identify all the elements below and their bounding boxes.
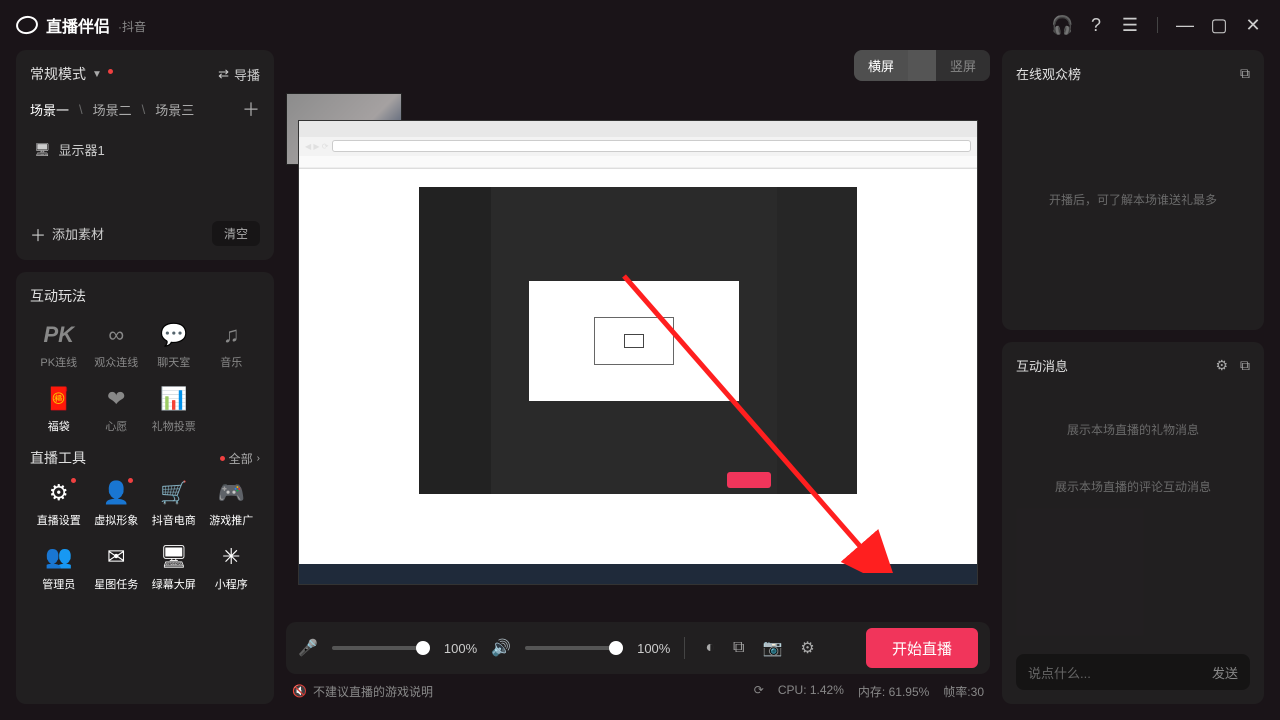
app-subtitle: ·抖音 [118,18,146,35]
scene-panel: 常规模式 ▼ ⇄ 导播 场景一 \ 场景二 \ 场景三 ＋ 🖥 显示器1 [16,50,274,260]
mem-stat: 内存: 61.95% [858,683,929,700]
guide-label: 导播 [234,65,260,84]
guide-button[interactable]: ⇄ 导播 [218,65,260,84]
headset-icon[interactable]: 🎧 [1051,15,1073,36]
interact-title: 互动玩法 [30,286,260,306]
tool-stream-settings[interactable]: ⚙直播设置 [30,474,88,534]
interact-item-luckybag[interactable]: 🧧福袋 [30,380,88,440]
control-bar: 🎤 100% 🔊 100% ◐ ⧉ 📷 ⚙ 开始直播 [286,622,990,674]
app-title: 直播伴侣 [46,13,110,37]
clear-button[interactable]: 清空 [212,221,260,246]
mode-selector[interactable]: 常规模式 ▼ [30,64,119,84]
interact-item-chatroom[interactable]: 💬聊天室 [145,316,203,376]
add-scene-button[interactable]: ＋ [242,96,260,122]
tool-avatar[interactable]: 👤虚拟形象 [88,474,146,534]
scene-tab-3[interactable]: 场景三 [155,100,194,119]
speaker-slider[interactable] [525,646,623,650]
minimize-icon[interactable]: — [1174,15,1196,36]
interact-item-pk[interactable]: PKPK连线 [30,316,88,376]
fps-stat: 帧率:30 [943,683,984,700]
screenshot-icon[interactable]: ⧉ [733,639,744,657]
interact-grid: PKPK连线 ∞观众连线 💬聊天室 ♫音乐 🧧福袋 ❤心愿 📊礼物投票 [30,316,260,440]
titlebar-left: 直播伴侣 ·抖音 [16,13,146,37]
msg-settings-icon[interactable]: ⚙ [1215,357,1228,374]
plus-icon: ＋ [30,222,46,246]
messages-panel: 互动消息 ⚙ ⧉ 展示本场直播的礼物消息 展示本场直播的评论互动消息 说点什么.… [1002,342,1264,704]
preview-canvas: ◀ ▶ ⟳ [298,120,978,585]
mute-icon: 🔇 [292,684,307,698]
close-icon[interactable]: ✕ [1242,15,1264,36]
monitor-icon: 🖥 [34,142,51,158]
add-material-label: 添加素材 [52,224,104,243]
interact-item-vote[interactable]: 📊礼物投票 [145,380,203,440]
mode-label: 常规模式 [30,64,86,84]
msg-empty-2: 展示本场直播的评论互动消息 [1055,478,1211,495]
tool-xingtu[interactable]: ✉星图任务 [88,538,146,598]
send-button[interactable]: 发送 [1212,663,1238,682]
audience-title: 在线观众榜 [1016,64,1081,83]
scene-tab-1[interactable]: 场景一 [30,100,69,119]
speaker-percent: 100% [637,641,670,656]
messages-title: 互动消息 [1016,356,1068,375]
scene-tab-2[interactable]: 场景二 [93,100,132,119]
window-controls: 🎧 ? ☰ — ▢ ✕ [1051,15,1264,36]
chevron-right-icon: › [257,453,260,464]
game-notice[interactable]: 🔇 不建议直播的游戏说明 [292,683,433,700]
tool-game-promo[interactable]: 🎮游戏推广 [203,474,261,534]
add-material-button[interactable]: ＋ 添加素材 [30,222,104,246]
orientation-toggle: 横屏 竖屏 [854,50,990,81]
tools-all-button[interactable]: 全部› [220,450,260,467]
swap-icon: ⇄ [218,66,229,82]
monitor-label: 显示器1 [59,140,105,159]
interact-item-wish[interactable]: ❤心愿 [88,380,146,440]
maximize-icon[interactable]: ▢ [1208,15,1230,36]
popout-icon[interactable]: ⧉ [1240,65,1250,82]
camera-icon[interactable]: 📷 [762,638,782,658]
divider [1157,17,1158,33]
mode-dot [108,69,113,74]
chevron-down-icon: ▼ [92,69,102,80]
tools-panel: 互动玩法 PKPK连线 ∞观众连线 💬聊天室 ♫音乐 🧧福袋 ❤心愿 📊礼物投票… [16,272,274,704]
cpu-stat: CPU: 1.42% [778,683,844,700]
refresh-icon[interactable]: ⟳ [754,683,764,700]
tool-ecommerce[interactable]: 🛒抖音电商 [145,474,203,534]
audience-empty: 开播后，可了解本场谁送礼最多 [1049,191,1217,208]
tools-title: 直播工具 [30,448,86,468]
orientation-landscape[interactable]: 横屏 [854,50,908,81]
status-bar: 🔇 不建议直播的游戏说明 ⟳ CPU: 1.42% 内存: 61.95% 帧率:… [286,678,990,704]
tool-miniapp[interactable]: ✳小程序 [203,538,261,598]
help-icon[interactable]: ? [1085,15,1107,36]
preview-area[interactable]: ◀ ▶ ⟳ [286,93,990,612]
chat-input[interactable]: 说点什么... 发送 [1016,654,1250,690]
menu-icon[interactable]: ☰ [1119,15,1141,36]
mic-percent: 100% [444,641,477,656]
speaker-icon[interactable]: 🔊 [491,638,511,658]
effects-icon[interactable]: ◐ [705,639,715,657]
logo-icon [15,14,40,36]
audience-panel: 在线观众榜 ⧉ 开播后，可了解本场谁送礼最多 [1002,50,1264,330]
msg-empty-1: 展示本场直播的礼物消息 [1067,421,1199,438]
mic-icon[interactable]: 🎤 [298,638,318,658]
titlebar: 直播伴侣 ·抖音 🎧 ? ☰ — ▢ ✕ [0,0,1280,50]
tool-admin[interactable]: 👥管理员 [30,538,88,598]
interact-item-audience-link[interactable]: ∞观众连线 [88,316,146,376]
msg-popout-icon[interactable]: ⧉ [1240,357,1250,374]
chat-placeholder: 说点什么... [1028,663,1091,682]
tool-greenscreen[interactable]: 🖥绿幕大屏 [145,538,203,598]
interact-item-music[interactable]: ♫音乐 [203,316,261,376]
mic-slider[interactable] [332,646,430,650]
tools-grid: ⚙直播设置 👤虚拟形象 🛒抖音电商 🎮游戏推广 👥管理员 ✉星图任务 🖥绿幕大屏… [30,474,260,598]
source-item-monitor[interactable]: 🖥 显示器1 [30,134,260,165]
start-stream-button[interactable]: 开始直播 [866,628,978,668]
orientation-portrait[interactable]: 竖屏 [936,50,990,81]
settings-icon[interactable]: ⚙ [800,638,814,658]
